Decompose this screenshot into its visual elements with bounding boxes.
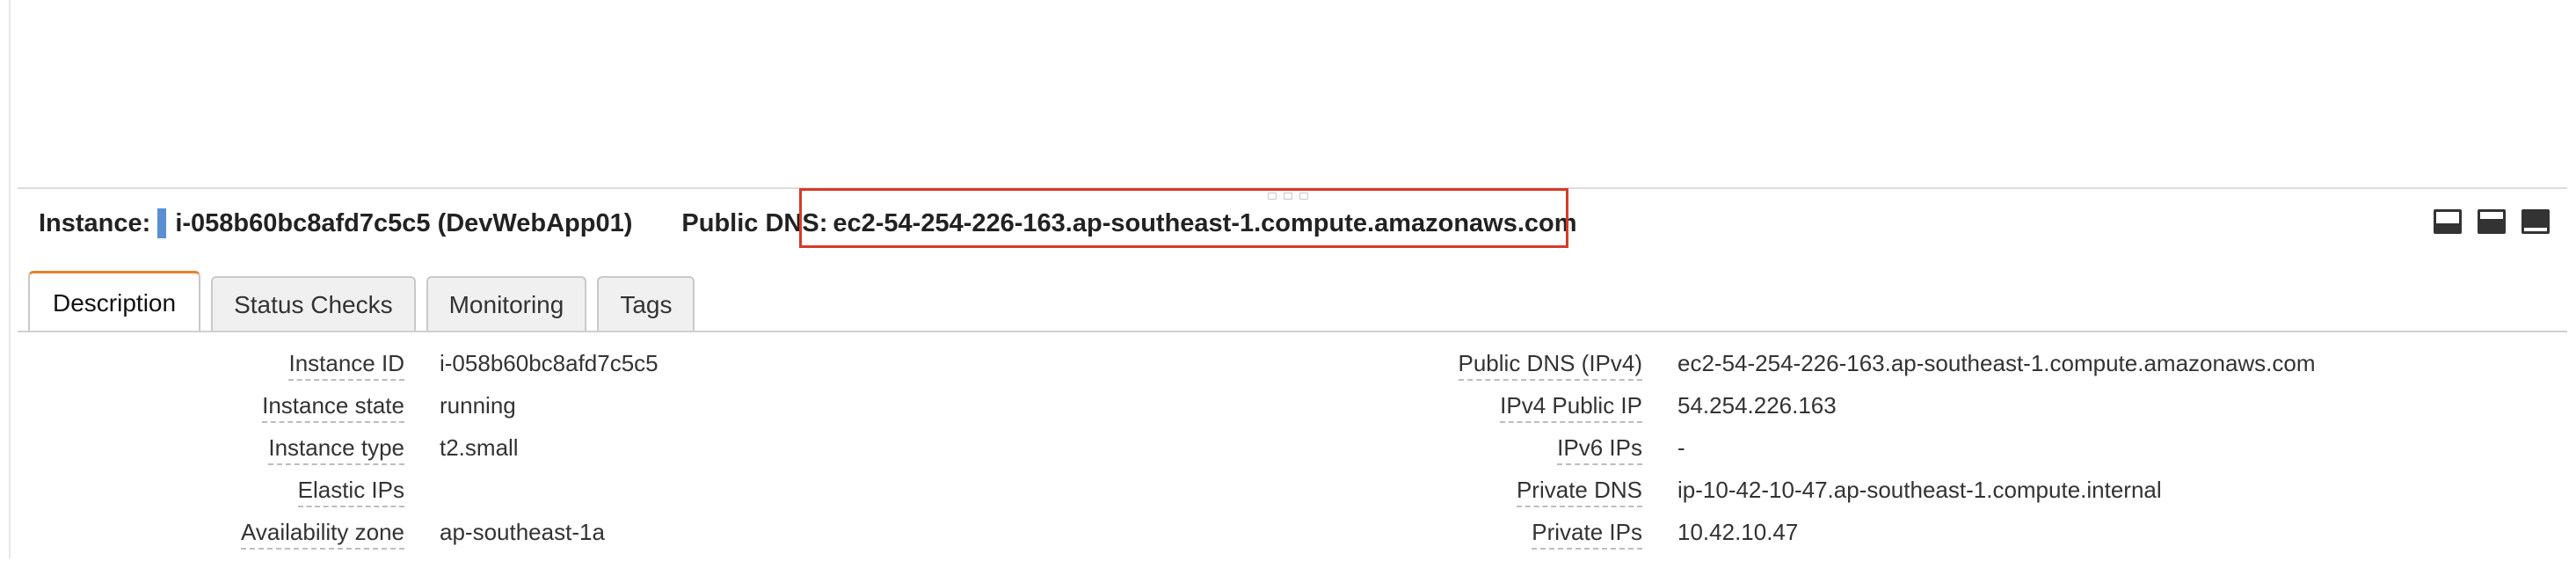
detail-label: IPv6 IPs [1557,434,1642,465]
detail-row: IPv4 Public IP 54.254.226.163 [1319,392,2316,434]
detail-row: Instance type t2.small [0,434,659,477]
panel-half-icon[interactable] [2478,209,2506,234]
detail-value: i-058b60bc8afd7c5c5 [440,350,659,376]
detail-row: IPv6 IPs - [1319,434,2316,477]
dns-highlight-box [799,188,1568,248]
instance-name: i-058b60bc8afd7c5c5 (DevWebApp01) [175,208,633,237]
detail-label: Availability zone [241,519,404,550]
instance-label: Instance: [39,208,151,237]
instance-color-chip [157,208,167,238]
right-details: Public DNS (IPv4) ec2-54-254-226-163.ap-… [1319,350,2316,561]
detail-label: Instance state [262,392,404,423]
detail-label: Private IPs [1532,519,1642,550]
tab-monitoring[interactable]: Monitoring [426,276,587,332]
panel-layout-controls [2434,209,2550,234]
detail-row: Public DNS (IPv4) ec2-54-254-226-163.ap-… [1319,350,2316,392]
tab-status-checks[interactable]: Status Checks [211,276,416,332]
tabs-divider [18,331,2567,332]
detail-row: Elastic IPs [0,477,659,519]
detail-label: Instance type [268,434,404,465]
detail-label: IPv4 Public IP [1500,392,1642,423]
detail-value: ip-10-42-10-47.ap-southeast-1.compute.in… [1677,477,2162,503]
detail-value: 10.42.10.47 [1677,519,1799,545]
panel-full-icon[interactable] [2521,209,2550,234]
panel-bottom-icon[interactable] [2434,209,2462,234]
detail-label: Elastic IPs [297,477,404,507]
detail-value: ap-southeast-1a [440,519,605,545]
tab-tags[interactable]: Tags [597,276,695,332]
detail-label: Instance ID [288,350,404,381]
detail-row: Private DNS ip-10-42-10-47.ap-southeast-… [1319,477,2316,519]
detail-label: Public DNS (IPv4) [1458,350,1642,381]
detail-row: Instance state running [0,392,659,434]
detail-value: - [1677,434,1685,461]
left-details: Instance ID i-058b60bc8afd7c5c5 Instance… [0,350,659,561]
detail-value: ec2-54-254-226-163.ap-southeast-1.comput… [1677,350,2316,376]
detail-value: running [440,392,516,419]
detail-row: Instance ID i-058b60bc8afd7c5c5 [0,350,659,392]
detail-row: Private IPs 10.42.10.47 [1319,519,2316,561]
detail-value: 54.254.226.163 [1677,392,1837,419]
tab-description[interactable]: Description [28,271,201,332]
details-tabs: Description Status Checks Monitoring Tag… [28,271,695,332]
detail-row: Availability zone ap-southeast-1a [0,519,659,561]
detail-label: Private DNS [1516,477,1642,507]
detail-value: t2.small [440,434,519,461]
